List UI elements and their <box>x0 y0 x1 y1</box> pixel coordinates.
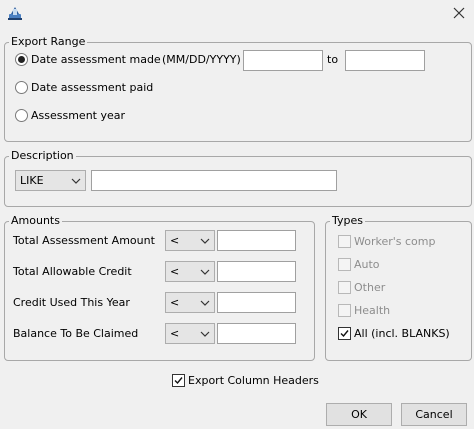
balance-to-be-claimed-label: Balance To Be Claimed <box>13 327 139 340</box>
checkbox-health[interactable] <box>338 304 351 317</box>
description-operator-select[interactable]: LIKE <box>15 170 86 191</box>
description-legend: Description <box>11 149 74 162</box>
checkmark-icon <box>340 330 349 338</box>
checkbox-workers-comp[interactable] <box>338 235 351 248</box>
chevron-down-icon <box>200 238 210 244</box>
types-legend: Types <box>332 214 363 227</box>
credit-used-this-year-label: Credit Used This Year <box>13 296 130 309</box>
checkbox-auto-label: Auto <box>354 258 380 271</box>
amounts-legend: Amounts <box>11 214 60 227</box>
description-operator-value: LIKE <box>20 174 44 187</box>
total-allowable-credit-label: Total Allowable Credit <box>13 265 132 278</box>
total-allowable-credit-field[interactable] <box>217 261 296 282</box>
chevron-down-icon <box>200 331 210 337</box>
chevron-down-icon <box>200 300 210 306</box>
credit-used-this-year-field[interactable] <box>217 292 296 313</box>
operator-value: < <box>170 234 180 247</box>
checkbox-health-label: Health <box>354 304 391 317</box>
ok-button[interactable]: OK <box>326 403 392 426</box>
radio-assessment-year-label: Assessment year <box>31 109 126 122</box>
operator-value: < <box>170 265 180 278</box>
date-to-field[interactable] <box>345 50 425 71</box>
checkbox-export-column-headers-label: Export Column Headers <box>188 374 319 387</box>
checkbox-all-incl-blanks-label: All (incl. BLANKS) <box>354 327 450 340</box>
radio-date-assessment-made-label: Date assessment made <box>31 53 161 66</box>
date-from-field[interactable] <box>243 50 323 71</box>
radio-date-assessment-made[interactable] <box>15 53 28 66</box>
checkbox-other-label: Other <box>354 281 386 294</box>
balance-to-be-claimed-operator[interactable]: < <box>165 323 215 344</box>
to-label: to <box>327 53 339 66</box>
total-allowable-credit-operator[interactable]: < <box>165 261 215 282</box>
checkbox-workers-comp-label: Worker's comp <box>354 235 436 248</box>
radio-assessment-year[interactable] <box>15 109 28 122</box>
cancel-button[interactable]: Cancel <box>401 403 467 426</box>
credit-used-this-year-operator[interactable]: < <box>165 292 215 313</box>
operator-value: < <box>170 296 180 309</box>
export-range-legend: Export Range <box>11 35 86 48</box>
checkmark-icon <box>174 377 183 385</box>
checkbox-other[interactable] <box>338 281 351 294</box>
total-assessment-amount-operator[interactable]: < <box>165 230 215 251</box>
checkbox-all-incl-blanks[interactable] <box>338 327 351 340</box>
checkbox-export-column-headers[interactable] <box>172 374 185 387</box>
close-icon[interactable] <box>452 6 466 20</box>
total-assessment-amount-field[interactable] <box>217 230 296 251</box>
operator-value: < <box>170 327 180 340</box>
total-assessment-amount-label: Total Assessment Amount <box>13 234 155 247</box>
checkbox-auto[interactable] <box>338 258 351 271</box>
date-format-hint: (MM/DD/YYYY) <box>162 53 241 66</box>
chevron-down-icon <box>71 178 81 184</box>
chevron-down-icon <box>200 269 210 275</box>
radio-date-assessment-paid-label: Date assessment paid <box>31 81 154 94</box>
radio-date-assessment-paid[interactable] <box>15 81 28 94</box>
java-app-icon <box>7 5 23 21</box>
description-value-field[interactable] <box>91 170 337 191</box>
balance-to-be-claimed-field[interactable] <box>217 323 296 344</box>
